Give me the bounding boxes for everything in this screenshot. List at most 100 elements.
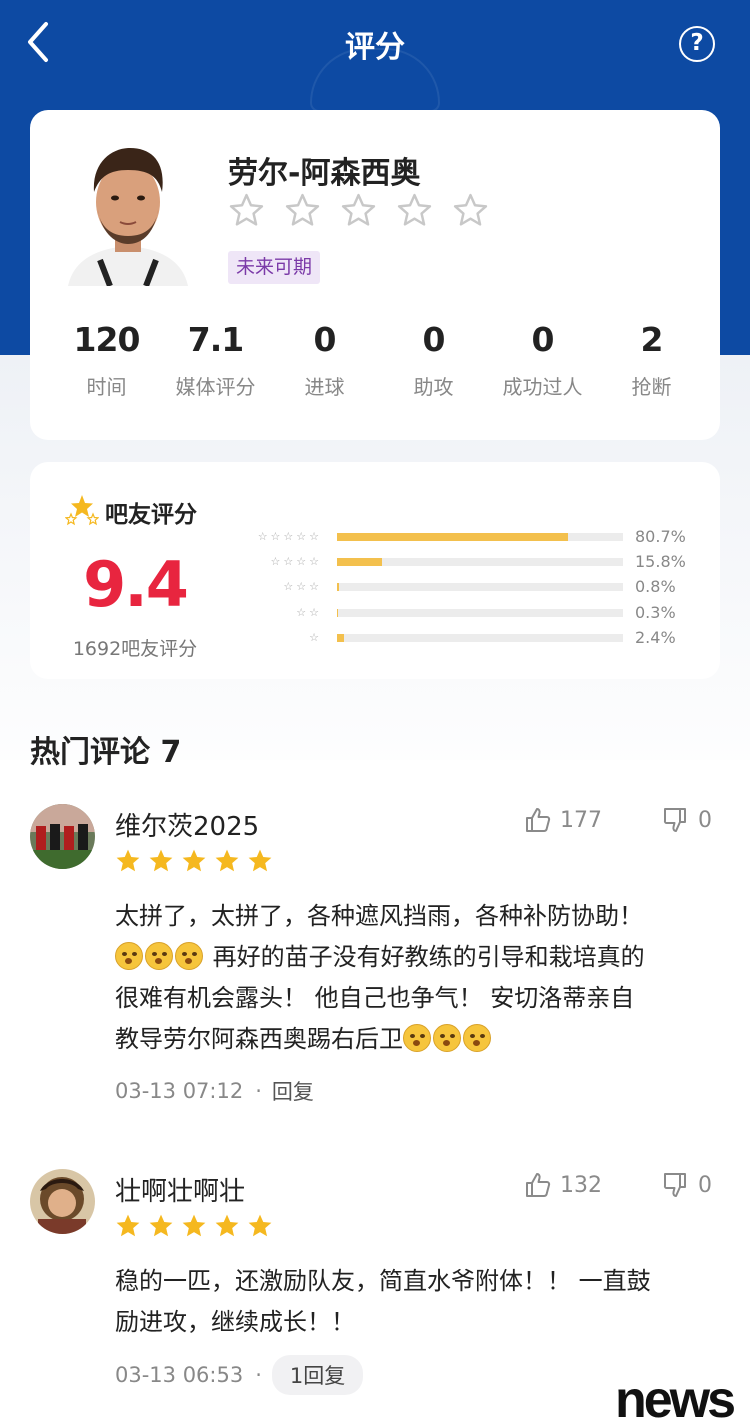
comment-text: 稳的一匹，还激励队友，简直水爷附体！！ 一直鼓 励进攻，继续成长！！	[115, 1261, 720, 1343]
distribution-percent: 80.7%	[635, 527, 686, 546]
stat-value: 2	[640, 320, 664, 359]
emoji-icon	[433, 1024, 461, 1052]
distribution-bar-track	[337, 558, 623, 566]
comment-text-line: 再好的苗子没有好教练的引导和栽培真的	[115, 937, 720, 978]
star-outline-icon[interactable]	[452, 192, 489, 229]
rating-distribution-1star: ☆ 2.4%	[235, 627, 705, 649]
emoji-icon	[463, 1024, 491, 1052]
star-filled-icon	[116, 849, 140, 872]
comment-text-line: 稳的一匹，还激励队友，简直水爷附体！！ 一直鼓	[115, 1267, 651, 1295]
stat-label: 进球	[304, 375, 345, 399]
distribution-bar-fill	[337, 533, 568, 541]
distribution-bar-track	[337, 609, 623, 617]
star-filled-icon	[182, 849, 206, 872]
like-count: 177	[560, 807, 602, 833]
star-filled-icon	[215, 849, 239, 872]
stat-value: 120	[73, 320, 141, 359]
comment-meta: 03-13 07:12 · 回复	[115, 1076, 314, 1106]
distribution-percent: 0.3%	[635, 603, 676, 622]
comment-text-line: 励进攻，继续成长！！	[115, 1308, 355, 1336]
player-stats: 120 时间 7.1 媒体评分 0 进球 0 助攻 0 成功过人 2 抢断	[30, 320, 720, 400]
stat-media-rating: 7.1 媒体评分	[161, 320, 270, 400]
avatar[interactable]	[30, 804, 95, 869]
emoji-icon	[145, 942, 173, 970]
star-filled-icon	[182, 1214, 206, 1237]
stat-assists: 0 助攻	[379, 320, 488, 400]
stat-dribbles: 0 成功过人	[488, 320, 597, 400]
distribution-percent: 2.4%	[635, 628, 676, 647]
star-filled-icon	[149, 849, 173, 872]
distribution-bar-fill	[337, 558, 383, 566]
comment-timestamp: 03-13 07:12	[115, 1079, 244, 1103]
reply-button[interactable]: 回复	[272, 1076, 314, 1106]
comment-timestamp: 03-13 06:53	[115, 1363, 244, 1387]
thumbs-up-icon	[526, 1173, 551, 1197]
comment-meta: 03-13 06:53 · 1回复	[115, 1355, 364, 1395]
separator-dot: ·	[255, 1363, 262, 1387]
stat-tackles: 2 抢断	[597, 320, 706, 400]
stat-value: 0	[313, 320, 337, 359]
distribution-percent: 0.8%	[635, 577, 676, 596]
fan-rating-count: 1692吧友评分	[72, 638, 198, 660]
distribution-bar-track	[337, 634, 623, 642]
star-outline-icon[interactable]	[396, 192, 433, 229]
distribution-bar-fill	[337, 634, 344, 642]
comment-text: 太拼了，太拼了，各种遮风挡雨，各种补防协助！ 再好的苗子没有好教练的引导和栽培真…	[115, 896, 720, 1060]
top-bar: 评分 ?	[0, 0, 750, 84]
star-filled-icon	[215, 1214, 239, 1237]
star-filled-icon	[116, 1214, 140, 1237]
emoji-icon	[175, 942, 203, 970]
emoji-icon	[115, 942, 143, 970]
separator-dot: ·	[255, 1079, 262, 1103]
comment-username[interactable]: 壮啊壮啊壮	[115, 1171, 245, 1208]
star-outline-icon[interactable]	[340, 192, 377, 229]
dislike-count: 0	[698, 807, 712, 833]
stars-icon	[65, 495, 99, 526]
stat-goals: 0 进球	[270, 320, 379, 400]
star-outline-icon: ☆☆☆☆☆	[257, 530, 322, 543]
comment-rating-stars	[115, 848, 273, 874]
like-button[interactable]: 132	[524, 1171, 602, 1199]
star-filled-icon	[248, 849, 272, 872]
star-filled-icon	[248, 1214, 272, 1237]
player-rating-stars[interactable]	[228, 192, 489, 229]
star-outline-icon[interactable]	[284, 192, 321, 229]
page-title: 评分	[345, 30, 405, 65]
star-outline-icon: ☆	[309, 631, 322, 644]
rating-distribution-3star: ☆☆☆ 0.8%	[235, 576, 705, 598]
rating-distribution-4star: ☆☆☆☆ 15.8%	[235, 551, 705, 573]
distribution-bar-fill	[337, 609, 338, 617]
stat-label: 成功过人	[502, 375, 583, 399]
comment-text-line: 太拼了，太拼了，各种遮风挡雨，各种补防协助！	[115, 902, 643, 930]
comment-username[interactable]: 维尔茨2025	[115, 806, 259, 843]
like-button[interactable]: 177	[524, 806, 602, 834]
distribution-bar-track	[337, 533, 623, 541]
comment-text-line: 教导劳尔阿森西奥踢右后卫	[115, 1019, 720, 1060]
comment-text-line: 很难有机会露头！ 他自己也争气！ 安切洛蒂亲自	[115, 984, 635, 1012]
player-card: 劳尔-阿森西奥 未来可期 120 时间 7.1 媒体评分 0 进球 0 助攻 0…	[30, 110, 720, 440]
dislike-button[interactable]: 0	[662, 806, 712, 834]
comment-rating-stars	[115, 1213, 273, 1239]
thumbs-down-icon	[663, 1173, 686, 1197]
dislike-button[interactable]: 0	[662, 1171, 712, 1199]
star-outline-icon: ☆☆☆☆	[270, 555, 322, 568]
fan-rating-score: 9.4	[83, 548, 189, 621]
star-outline-icon[interactable]	[228, 192, 265, 229]
reply-button[interactable]: 1回复	[271, 1355, 364, 1395]
fan-rating-card: 吧友评分 9.4 1692吧友评分 ☆☆☆☆☆ 80.7% ☆☆☆☆ 15.8%…	[30, 462, 720, 679]
star-outline-icon: ☆☆	[296, 606, 322, 619]
stat-label: 时间	[86, 375, 127, 399]
emoji-icon	[403, 1024, 431, 1052]
thumbs-down-icon	[663, 808, 686, 832]
star-filled-icon	[149, 1214, 173, 1237]
player-tag-badge: 未来可期	[228, 251, 321, 284]
stat-label: 助攻	[413, 375, 454, 399]
avatar[interactable]	[30, 1169, 95, 1234]
fan-rating-title: 吧友评分	[105, 502, 197, 528]
help-icon[interactable]: ?	[679, 26, 715, 62]
thumbs-up-icon	[526, 808, 551, 832]
rating-distribution-2star: ☆☆ 0.3%	[235, 602, 705, 624]
hot-comments-title: 热门评论 7	[30, 735, 182, 770]
distribution-bar-fill	[337, 583, 340, 591]
star-outline-icon: ☆☆☆	[283, 580, 322, 593]
